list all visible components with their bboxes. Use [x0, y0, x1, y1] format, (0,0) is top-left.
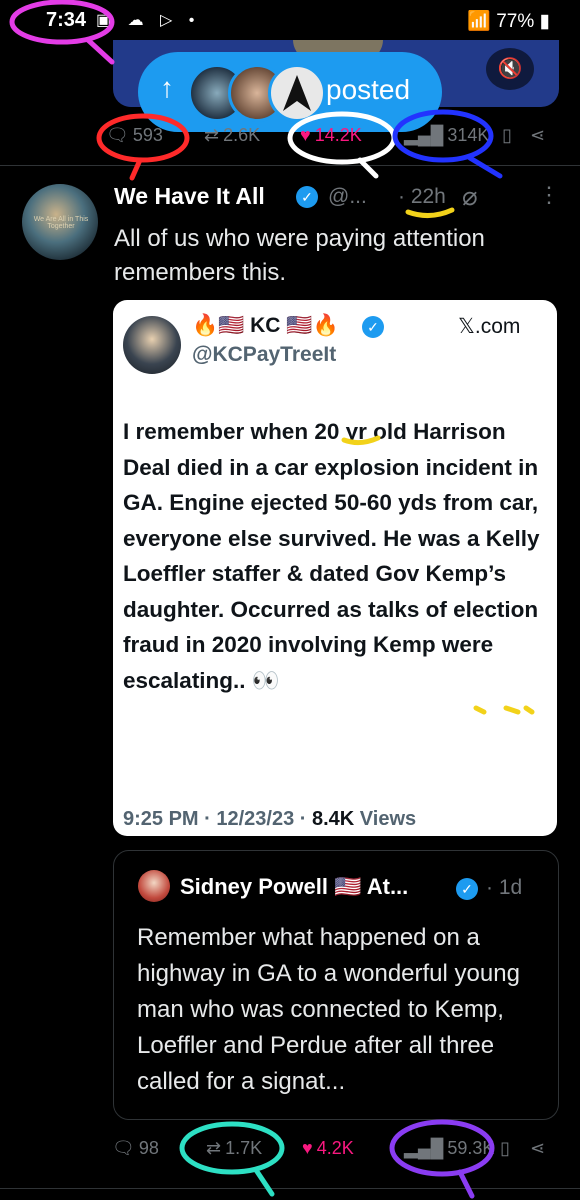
avatar-caption: We Are All in This Together [33, 216, 89, 230]
avatar [268, 64, 326, 122]
status-time: 7:34 [46, 9, 87, 31]
image-body-text: I remember when 20 yr old Harrison Deal … [123, 419, 540, 693]
reply-button[interactable]: 🗨 593 [106, 125, 163, 146]
like-button[interactable]: ♥ 14.2K [300, 125, 362, 146]
views-count: 59.3K [447, 1138, 495, 1158]
battery-status: 📶 77% ▮ [467, 9, 550, 33]
like-count: 14.2K [314, 125, 362, 145]
tweet-actions: 🗨 98 ⇄ 1.7K ♥ 4.2K ▂▄█ 59.3K ▯ ⋖ [0, 1138, 580, 1168]
image-handle: @KCPayTreeIt [192, 343, 337, 366]
more-options-icon[interactable]: ⋮ [538, 182, 560, 208]
battery-icon: ▮ [534, 11, 550, 32]
divider [0, 1188, 580, 1189]
reply-icon: 🗨 [112, 1138, 135, 1158]
reply-count: 593 [132, 125, 163, 145]
bookmark-icon[interactable]: ▯ [500, 1138, 510, 1159]
views-icon: ▂▄█ [404, 1138, 444, 1158]
verified-icon: ✓ [296, 186, 318, 208]
mute-button[interactable]: 🔇 [486, 48, 534, 90]
quoted-display-name: Sidney Powell 🇺🇸 At... [180, 874, 409, 899]
annotation-tail-time [85, 37, 115, 65]
repost-count: 1.7K [225, 1138, 263, 1158]
annotation-underline-22h [405, 207, 455, 218]
repost-button[interactable]: ⇄ 2.6K [204, 125, 260, 146]
notification-icons: ▣ ☁ ▷ • [96, 12, 201, 29]
quoted-time: · 1d [486, 876, 523, 899]
display-name[interactable]: We Have It All [114, 183, 265, 210]
avatar [138, 870, 170, 902]
annotation-tail-likes [357, 157, 379, 179]
share-icon[interactable]: ⋖ [530, 1138, 545, 1159]
verified-icon: ✓ [456, 878, 478, 900]
reply-button[interactable]: 🗨 98 [112, 1138, 159, 1159]
image-meta: 9:25 PM · 12/23/23 · 8.4K Views [123, 808, 416, 831]
reply-icon: 🗨 [106, 125, 129, 145]
quoted-text: Remember what happened on a highway in G… [137, 924, 520, 1095]
like-button[interactable]: ♥ 4.2K [302, 1138, 354, 1159]
repost-icon: ⇄ [206, 1138, 222, 1158]
annotation-tail-replies [129, 157, 143, 181]
grok-icon[interactable]: ⌀ [462, 181, 478, 212]
reply-count: 98 [138, 1138, 159, 1158]
repost-count: 2.6K [223, 125, 261, 145]
annotation-tail-views-bottom [457, 1169, 475, 1199]
views-button[interactable]: ▂▄█ 314K [404, 125, 489, 146]
views-count: 314K [447, 125, 490, 145]
bookmark-icon[interactable]: ▯ [502, 125, 512, 146]
annotation-tail-views [467, 155, 503, 179]
time-ago: 22h [410, 185, 446, 208]
heart-icon: ♥ [302, 1138, 313, 1158]
battery-percent: 77% [496, 11, 535, 32]
mute-icon: 🔇 [497, 58, 523, 80]
arrow-up-icon: ↑ [160, 72, 174, 103]
views-icon: ▂▄█ [404, 125, 444, 145]
image-meta-time: 9:25 PM · 12/23/23 · [123, 808, 312, 830]
like-count: 4.2K [316, 1138, 354, 1158]
views-button[interactable]: ▂▄█ 59.3K [404, 1138, 494, 1159]
image-display-name: 🔥🇺🇸 KC 🇺🇸🔥 [192, 314, 339, 337]
posted-label: posted [326, 74, 411, 105]
previous-tweet-actions: 🗨 593 ⇄ 2.6K ♥ 14.2K ▂▄█ 314K ▯ ⋖ [0, 125, 580, 155]
tweet-text: All of us who were paying attention reme… [114, 225, 485, 286]
repost-icon: ⇄ [204, 125, 220, 145]
share-icon[interactable]: ⋖ [530, 125, 545, 146]
image-meta-views: 8.4K [311, 808, 355, 830]
annotation-tail-reposts [253, 1167, 275, 1197]
image-meta-views-label: Views [354, 808, 417, 830]
handle[interactable]: @... [328, 185, 367, 209]
avatar [123, 316, 181, 374]
divider [0, 165, 580, 166]
wifi-icon: 📶 [467, 11, 497, 32]
timestamp[interactable]: · 22h [398, 185, 446, 209]
repost-button[interactable]: ⇄ 1.7K [206, 1138, 262, 1159]
x-logo-text: 𝕏.com [458, 315, 521, 338]
verified-icon: ✓ [362, 316, 384, 338]
heart-icon: ♥ [300, 125, 311, 145]
